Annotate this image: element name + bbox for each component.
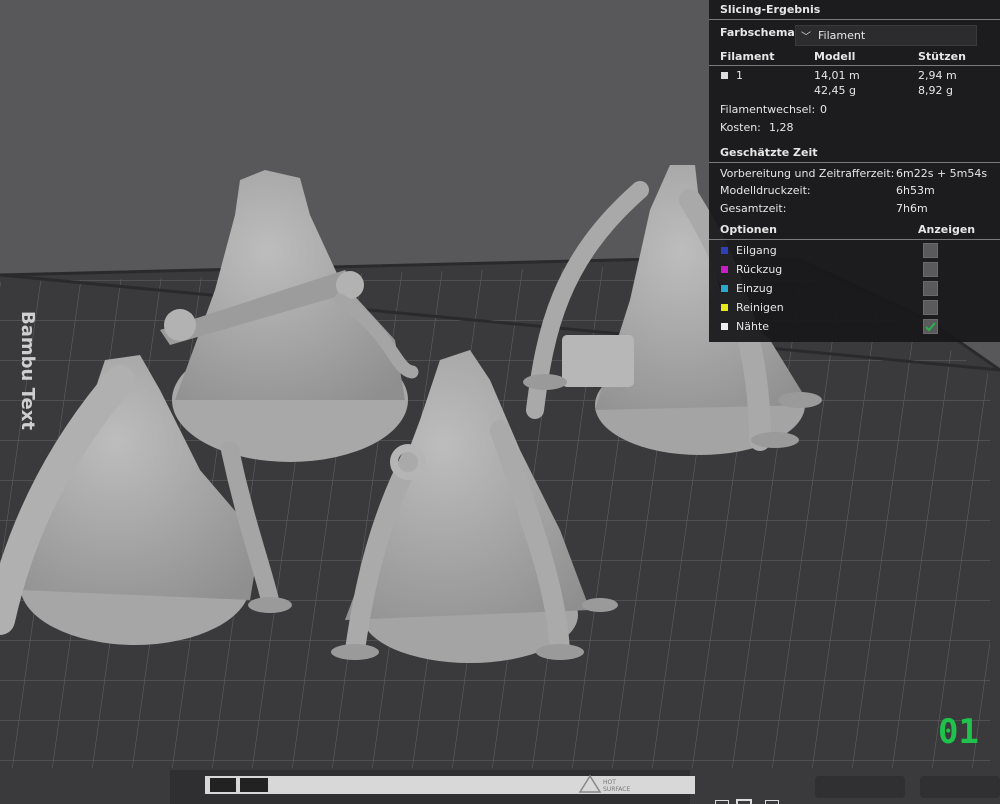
option-checkbox-checked[interactable] — [923, 319, 938, 334]
filament-change-value: 0 — [820, 103, 827, 116]
option-checkbox[interactable] — [923, 281, 938, 296]
show-header: Anzeigen — [918, 223, 976, 236]
option-color-swatch — [721, 266, 728, 273]
color-scheme-label: Farbschema — [720, 26, 795, 39]
model-weight: 42,45 g — [814, 84, 856, 97]
option-label: Rückzug — [736, 263, 783, 276]
filament-id: 1 — [736, 69, 743, 82]
color-scheme-value: Filament — [818, 29, 866, 42]
bed-icon-button-2[interactable] — [736, 797, 752, 804]
model-length: 14,01 m — [814, 69, 860, 82]
chevron-down-icon: ﹀ — [801, 32, 811, 43]
option-color-swatch — [721, 323, 728, 330]
option-checkbox[interactable] — [923, 300, 938, 315]
option-label: Einzug — [736, 282, 773, 295]
option-color-swatch — [721, 247, 728, 254]
option-checkbox[interactable] — [923, 243, 938, 258]
option-color-swatch — [721, 304, 728, 311]
option-label: Eilgang — [736, 244, 777, 257]
table-header-filament: Filament — [720, 50, 775, 63]
table-header-supports: Stützen — [918, 50, 966, 63]
prep-time-value: 6m22s + 5m54s — [896, 167, 988, 180]
bed-brand-text: Bambu Text — [16, 311, 38, 430]
print-time-label: Modelldruckzeit: — [720, 184, 811, 197]
option-color-swatch — [721, 285, 728, 292]
table-header-model: Modell — [814, 50, 856, 63]
cost-label: Kosten: — [720, 121, 761, 134]
checkmark-icon — [925, 322, 936, 332]
estimated-time-header: Geschätzte Zeit — [720, 146, 818, 159]
filament-change-label: Filamentwechsel: — [720, 103, 816, 116]
support-weight: 8,92 g — [918, 84, 953, 97]
option-label: Reinigen — [736, 301, 784, 314]
color-scheme-dropdown[interactable]: ﹀ Filament — [795, 25, 977, 46]
support-length: 2,94 m — [918, 69, 957, 82]
option-label: Nähte — [736, 320, 770, 333]
total-time-value: 7h6m — [896, 202, 928, 215]
bed-icon-button-3[interactable] — [764, 797, 780, 804]
option-checkbox[interactable] — [923, 262, 938, 277]
bed-icon-button-1[interactable] — [714, 797, 730, 804]
plate-number: 01 — [938, 712, 979, 752]
total-time-label: Gesamtzeit: — [720, 202, 787, 215]
panel-title: Slicing-Ergebnis — [720, 3, 821, 16]
prep-time-label: Vorbereitung und Zeitrafferzeit: — [720, 167, 895, 180]
options-header: Optionen — [720, 223, 777, 236]
hot-surface-label: HOT SURFACE — [603, 779, 631, 793]
print-time-value: 6h53m — [896, 184, 935, 197]
slicing-result-panel: Slicing-Ergebnis Farbschema Filament Mod… — [709, 0, 1000, 342]
filament-color-swatch — [721, 72, 728, 79]
cost-value: 1,28 — [769, 121, 794, 134]
